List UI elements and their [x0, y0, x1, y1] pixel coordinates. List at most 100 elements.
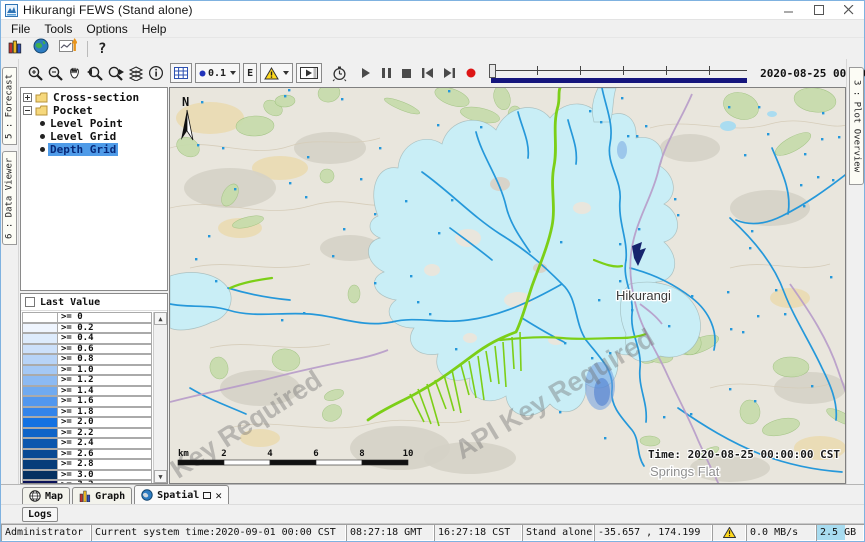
- tree-row-cross-section[interactable]: Cross-section: [23, 91, 165, 104]
- legend-swatch: [22, 480, 58, 483]
- legend-row[interactable]: >= 1.0: [22, 365, 152, 376]
- chart-updown-icon[interactable]: [59, 38, 77, 59]
- scroll-up-icon[interactable]: ▲: [154, 312, 167, 325]
- legend-list: >= 0>= 0.2>= 0.4>= 0.6>= 0.8>= 1.0>= 1.2…: [22, 312, 152, 483]
- legend-row[interactable]: >= 2.6: [22, 449, 152, 460]
- parameter-tree[interactable]: Cross-section Pocket Level Point: [20, 87, 168, 291]
- help-button[interactable]: ?: [98, 41, 106, 57]
- thresholds-warning-dropdown[interactable]: [260, 63, 293, 83]
- globe-map-icon[interactable]: [33, 38, 49, 59]
- tab-restore-icon[interactable]: [203, 492, 211, 499]
- chevron-down-icon: [283, 71, 289, 75]
- play-button[interactable]: [361, 65, 371, 81]
- legend-row[interactable]: >= 0: [22, 312, 152, 323]
- legend-threshold-label: >= 1.8: [58, 407, 152, 418]
- svg-text:10: 10: [403, 449, 414, 459]
- grid-layer-button[interactable]: [170, 63, 192, 83]
- animation-panel-button[interactable]: [296, 63, 322, 83]
- legend-row[interactable]: >= 0.8: [22, 354, 152, 365]
- legend-scrollbar[interactable]: ▲ ▼: [153, 312, 167, 483]
- legend-row[interactable]: >= 1.2: [22, 375, 152, 386]
- legend-threshold-label: >= 0.2: [58, 323, 152, 334]
- pan-hand-icon[interactable]: [67, 64, 83, 83]
- step-back-button[interactable]: [422, 65, 433, 81]
- status-coordinates: -35.657 , 174.199: [594, 524, 712, 541]
- time-slider[interactable]: [489, 62, 749, 84]
- tree-row-pocket[interactable]: Pocket: [23, 104, 165, 117]
- legend-row[interactable]: >= 1.6: [22, 396, 152, 407]
- legend-swatch: [22, 417, 58, 428]
- status-warning-icon[interactable]: [712, 524, 746, 541]
- info-icon[interactable]: [148, 64, 164, 83]
- legend-row[interactable]: >= 3.2: [22, 480, 152, 483]
- main-toolbar: ?: [1, 37, 864, 59]
- stop-button[interactable]: [402, 65, 411, 81]
- legend-row[interactable]: >= 2.8: [22, 459, 152, 470]
- tree-row-level-grid[interactable]: Level Grid: [23, 130, 165, 143]
- legend-row[interactable]: >= 1.4: [22, 386, 152, 397]
- tab-graph[interactable]: Graph: [72, 487, 132, 504]
- time-slider-handle[interactable]: [489, 64, 496, 78]
- bullet-icon: [40, 147, 45, 152]
- svg-text:Hikurangi: Hikurangi: [616, 288, 671, 303]
- zoom-next-icon[interactable]: [107, 64, 125, 83]
- tab-map[interactable]: Map: [22, 487, 70, 504]
- step-forward-button[interactable]: [444, 65, 455, 81]
- tab-plot-overview[interactable]: 3 : Plot Overview: [849, 67, 864, 185]
- minimize-button[interactable]: [774, 1, 804, 19]
- expander-minus-icon[interactable]: [23, 106, 32, 115]
- legend-row[interactable]: >= 2.0: [22, 417, 152, 428]
- database-bars-icon[interactable]: [7, 39, 23, 59]
- menu-options[interactable]: Options: [79, 20, 134, 37]
- spatial-toolbar: 0.1 E: [19, 59, 846, 87]
- zoom-out-icon[interactable]: [47, 64, 64, 83]
- maximize-button[interactable]: [804, 1, 834, 19]
- legend-threshold-label: >= 2.8: [58, 459, 152, 470]
- tab-forecast[interactable]: 5 : Forecast: [2, 67, 17, 145]
- scale-unit-label: km: [178, 449, 189, 459]
- legend-swatch: [22, 333, 58, 344]
- left-dock-strip: 5 : Forecast 6 : Data Viewer: [1, 59, 19, 484]
- timer-icon[interactable]: [331, 64, 348, 83]
- legend-swatch: [22, 396, 58, 407]
- tree-label: Level Grid: [48, 130, 118, 143]
- menu-tools[interactable]: Tools: [37, 20, 79, 37]
- labels-toggle-button[interactable]: E: [243, 63, 257, 83]
- close-button[interactable]: [834, 1, 864, 19]
- tab-data-viewer[interactable]: 6 : Data Viewer: [2, 151, 17, 245]
- grid-icon: [174, 67, 188, 79]
- menu-file[interactable]: File: [4, 20, 37, 37]
- zoom-previous-icon[interactable]: [86, 64, 104, 83]
- status-bar: Administrator Current system time:2020-0…: [1, 523, 864, 541]
- pause-button[interactable]: [382, 65, 391, 81]
- scroll-down-icon[interactable]: ▼: [154, 470, 167, 483]
- legend-row[interactable]: >= 1.8: [22, 407, 152, 418]
- legend-row[interactable]: >= 0.4: [22, 333, 152, 344]
- record-button[interactable]: [466, 65, 476, 81]
- bullet-icon: [40, 134, 45, 139]
- logs-button[interactable]: Logs: [22, 507, 58, 522]
- expander-plus-icon[interactable]: [23, 93, 32, 102]
- tab-map-label: Map: [45, 491, 63, 502]
- legend-threshold-label: >= 0: [58, 312, 152, 323]
- legend-threshold-label: >= 1.6: [58, 396, 152, 407]
- legend-row[interactable]: >= 2.2: [22, 428, 152, 439]
- tab-close-icon[interactable]: ✕: [215, 489, 222, 502]
- legend-threshold-label: >= 2.0: [58, 417, 152, 428]
- tab-spatial[interactable]: Spatial ✕: [134, 485, 229, 504]
- zoom-in-icon[interactable]: [27, 64, 44, 83]
- layers-icon[interactable]: [128, 64, 145, 83]
- spatial-map[interactable]: API Key Required API Key Required Hikura…: [169, 87, 846, 484]
- tree-row-depth-grid[interactable]: Depth Grid: [23, 143, 165, 156]
- tree-row-level-point[interactable]: Level Point: [23, 117, 165, 130]
- status-transfer-rate: 0.0 MB/s: [746, 524, 816, 541]
- classbreaks-dropdown[interactable]: 0.1: [195, 63, 240, 83]
- legend-row[interactable]: >= 0.6: [22, 344, 152, 355]
- status-local-time: 16:27:18 CST: [434, 524, 522, 541]
- legend-row[interactable]: >= 2.4: [22, 438, 152, 449]
- legend-threshold-label: >= 0.8: [58, 354, 152, 365]
- last-value-checkbox[interactable]: [25, 297, 35, 307]
- menu-help[interactable]: Help: [135, 20, 174, 37]
- legend-row[interactable]: >= 0.2: [22, 323, 152, 334]
- legend-row[interactable]: >= 3.0: [22, 470, 152, 481]
